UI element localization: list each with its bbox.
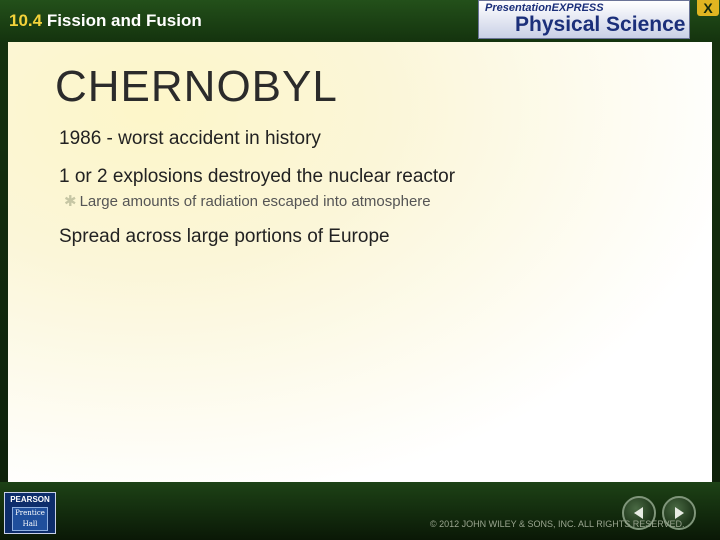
sub-bullet-text: Large amounts of radiation escaped into … — [79, 193, 431, 210]
bullet-2: 1 or 2 explosions destroyed the nuclear … — [59, 166, 456, 187]
slide-content: CHERNOBYL 1986 - worst accident in histo… — [8, 42, 712, 482]
physical-science-logo: PresentationEXPRESS Physical Science — [478, 0, 690, 39]
close-button[interactable]: X — [697, 0, 719, 16]
copyright-notice: © 2012 JOHN WILEY & SONS, INC. ALL RIGHT… — [430, 519, 685, 529]
footer-bar — [0, 482, 720, 540]
section-heading: 10.4 Fission and Fusion — [9, 11, 202, 31]
bullet-1: 1986 - worst accident in history — [59, 128, 321, 149]
pearson-logo: PEARSON Prentice Hall — [4, 492, 56, 534]
bullet-marker-icon: ✱ — [64, 193, 77, 210]
publisher-name: PEARSON — [10, 495, 50, 504]
sub-bullet: ✱ Large amounts of radiation escaped into… — [64, 192, 431, 210]
section-name: Fission and Fusion — [46, 11, 202, 30]
section-number: 10.4 — [9, 11, 43, 30]
imprint-badge: Prentice Hall — [12, 507, 48, 531]
slide-title: CHERNOBYL — [55, 62, 338, 111]
logo-title: Physical Science — [515, 13, 686, 36]
bullet-3: Spread across large portions of Europe — [59, 226, 390, 247]
